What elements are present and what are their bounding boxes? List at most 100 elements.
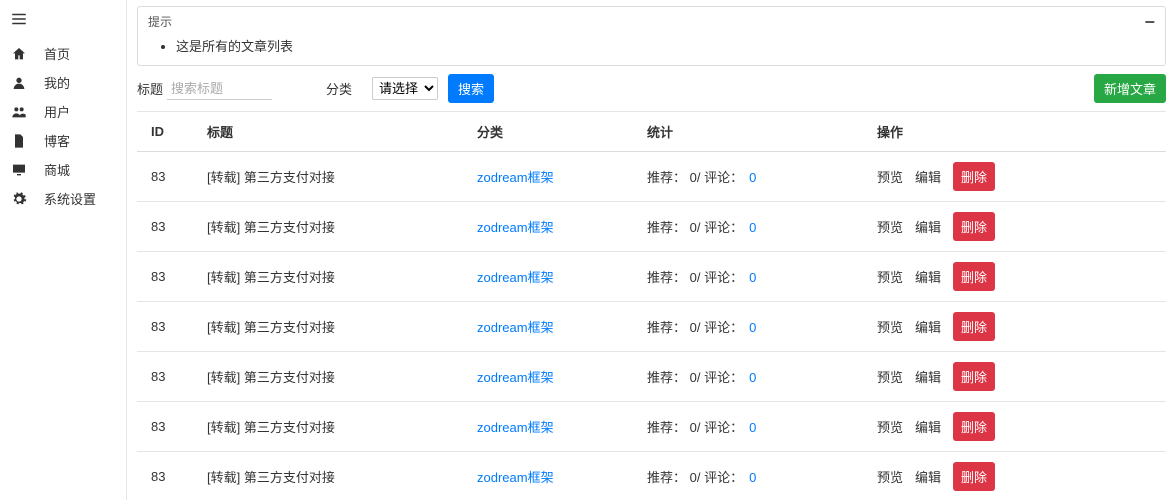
cell-title: [转载] 第三方支付对接 (197, 302, 467, 352)
main-content: 提示 − 这是所有的文章列表 标题 分类 请选择 搜索 新增文章 ID 标题 (127, 0, 1176, 500)
category-select[interactable]: 请选择 (372, 77, 438, 100)
sidebar-item-1[interactable]: 我的 (0, 68, 126, 97)
category-filter-label: 分类 (326, 79, 352, 98)
filter-bar: 标题 分类 请选择 搜索 新增文章 (137, 74, 1166, 103)
home-icon (10, 45, 28, 62)
cell-category[interactable]: zodream框架 (467, 352, 637, 402)
sidebar-item-0[interactable]: 首页 (0, 39, 126, 68)
sidebar-item-4[interactable]: 商城 (0, 155, 126, 184)
cell-ops: 预览编辑删除 (867, 352, 1166, 402)
hamburger-icon (10, 10, 28, 28)
cell-ops: 预览编辑删除 (867, 202, 1166, 252)
col-ops: 操作 (867, 112, 1166, 152)
preview-link[interactable]: 预览 (877, 320, 903, 335)
search-button[interactable]: 搜索 (448, 74, 494, 103)
user-icon (10, 74, 28, 91)
cell-id: 83 (137, 302, 197, 352)
preview-link[interactable]: 预览 (877, 170, 903, 185)
preview-link[interactable]: 预览 (877, 270, 903, 285)
cell-category[interactable]: zodream框架 (467, 202, 637, 252)
cell-title: [转载] 第三方支付对接 (197, 252, 467, 302)
alert-panel: 提示 − 这是所有的文章列表 (137, 6, 1166, 66)
delete-button[interactable]: 删除 (953, 162, 995, 191)
col-stats: 统计 (637, 112, 867, 152)
edit-link[interactable]: 编辑 (915, 220, 941, 235)
cell-stats: 推荐： 0/ 评论：0 (637, 452, 867, 500)
sidebar-item-2[interactable]: 用户 (0, 97, 126, 126)
cell-category[interactable]: zodream框架 (467, 302, 637, 352)
sidebar: 首页我的用户博客商城系统设置 (0, 0, 127, 500)
alert-title: 提示 (148, 13, 172, 30)
cell-id: 83 (137, 452, 197, 500)
cell-id: 83 (137, 152, 197, 202)
cell-category[interactable]: zodream框架 (467, 402, 637, 452)
cell-ops: 预览编辑删除 (867, 252, 1166, 302)
preview-link[interactable]: 预览 (877, 420, 903, 435)
title-search-input[interactable] (167, 78, 272, 100)
new-article-button[interactable]: 新增文章 (1094, 74, 1166, 103)
sidebar-item-label: 首页 (44, 44, 70, 63)
delete-button[interactable]: 删除 (953, 362, 995, 391)
delete-button[interactable]: 删除 (953, 412, 995, 441)
cell-ops: 预览编辑删除 (867, 302, 1166, 352)
edit-link[interactable]: 编辑 (915, 420, 941, 435)
cell-category[interactable]: zodream框架 (467, 452, 637, 500)
cell-ops: 预览编辑删除 (867, 152, 1166, 202)
delete-button[interactable]: 删除 (953, 312, 995, 341)
alert-minimize-icon[interactable]: − (1144, 16, 1155, 28)
delete-button[interactable]: 删除 (953, 212, 995, 241)
cell-ops: 预览编辑删除 (867, 402, 1166, 452)
edit-link[interactable]: 编辑 (915, 170, 941, 185)
cell-stats: 推荐： 0/ 评论：0 (637, 402, 867, 452)
edit-link[interactable]: 编辑 (915, 470, 941, 485)
cell-stats: 推荐： 0/ 评论：0 (637, 352, 867, 402)
table-row: 83[转载] 第三方支付对接zodream框架推荐： 0/ 评论：0预览编辑删除 (137, 202, 1166, 252)
sidebar-item-label: 博客 (44, 131, 70, 150)
edit-link[interactable]: 编辑 (915, 370, 941, 385)
sidebar-item-label: 商城 (44, 160, 70, 179)
delete-button[interactable]: 删除 (953, 262, 995, 291)
users-icon (10, 103, 28, 120)
cell-title: [转载] 第三方支付对接 (197, 352, 467, 402)
cell-category[interactable]: zodream框架 (467, 152, 637, 202)
alert-text: 这是所有的文章列表 (176, 36, 1155, 55)
cell-title: [转载] 第三方支付对接 (197, 202, 467, 252)
preview-link[interactable]: 预览 (877, 370, 903, 385)
file-icon (10, 132, 28, 149)
sidebar-item-label: 我的 (44, 73, 70, 92)
cell-id: 83 (137, 252, 197, 302)
sidebar-item-3[interactable]: 博客 (0, 126, 126, 155)
cell-stats: 推荐： 0/ 评论：0 (637, 202, 867, 252)
menu-toggle[interactable] (0, 6, 126, 39)
col-id: ID (137, 112, 197, 152)
edit-link[interactable]: 编辑 (915, 270, 941, 285)
cell-stats: 推荐： 0/ 评论：0 (637, 252, 867, 302)
monitor-icon (10, 161, 28, 178)
cell-id: 83 (137, 202, 197, 252)
cell-id: 83 (137, 402, 197, 452)
table-row: 83[转载] 第三方支付对接zodream框架推荐： 0/ 评论：0预览编辑删除 (137, 152, 1166, 202)
sidebar-item-label: 用户 (44, 102, 70, 121)
article-table: ID 标题 分类 统计 操作 83[转载] 第三方支付对接zodream框架推荐… (137, 111, 1166, 500)
table-row: 83[转载] 第三方支付对接zodream框架推荐： 0/ 评论：0预览编辑删除 (137, 452, 1166, 500)
cell-title: [转载] 第三方支付对接 (197, 402, 467, 452)
col-category: 分类 (467, 112, 637, 152)
cell-category[interactable]: zodream框架 (467, 252, 637, 302)
delete-button[interactable]: 删除 (953, 462, 995, 491)
preview-link[interactable]: 预览 (877, 220, 903, 235)
edit-link[interactable]: 编辑 (915, 320, 941, 335)
cell-stats: 推荐： 0/ 评论：0 (637, 302, 867, 352)
cell-title: [转载] 第三方支付对接 (197, 152, 467, 202)
col-title: 标题 (197, 112, 467, 152)
gear-icon (10, 190, 28, 207)
sidebar-item-label: 系统设置 (44, 189, 96, 208)
cell-ops: 预览编辑删除 (867, 452, 1166, 500)
preview-link[interactable]: 预览 (877, 470, 903, 485)
table-row: 83[转载] 第三方支付对接zodream框架推荐： 0/ 评论：0预览编辑删除 (137, 302, 1166, 352)
cell-title: [转载] 第三方支付对接 (197, 452, 467, 500)
title-filter-label: 标题 (137, 79, 163, 98)
table-row: 83[转载] 第三方支付对接zodream框架推荐： 0/ 评论：0预览编辑删除 (137, 352, 1166, 402)
table-row: 83[转载] 第三方支付对接zodream框架推荐： 0/ 评论：0预览编辑删除 (137, 252, 1166, 302)
table-row: 83[转载] 第三方支付对接zodream框架推荐： 0/ 评论：0预览编辑删除 (137, 402, 1166, 452)
sidebar-item-5[interactable]: 系统设置 (0, 184, 126, 213)
